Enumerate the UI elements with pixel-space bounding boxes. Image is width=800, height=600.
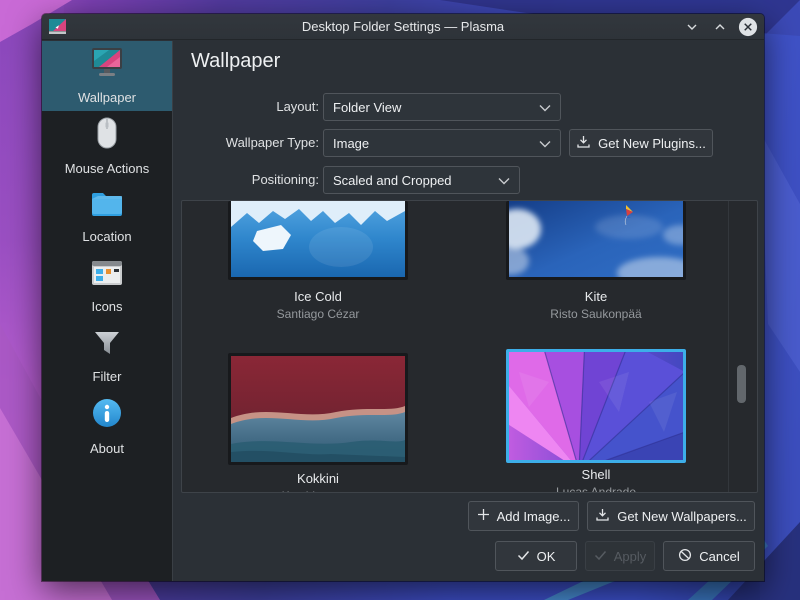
sidebar-item-label: About: [90, 441, 124, 456]
sidebar: Wallpaper Mouse Actions L: [42, 41, 172, 581]
close-button[interactable]: [738, 17, 758, 37]
sidebar-item-wallpaper[interactable]: Wallpaper: [42, 41, 172, 111]
wallpaper-card-kite[interactable]: Kite Risto Saukonpää: [506, 201, 686, 280]
sidebar-item-filter[interactable]: Filter: [42, 321, 172, 391]
wallpaper-title: Kokkini: [228, 471, 408, 486]
scrollbar-thumb[interactable]: [737, 365, 746, 403]
chevron-down-icon: [539, 136, 551, 151]
check-icon: [517, 549, 530, 564]
download-icon: [595, 508, 610, 525]
wallpaper-title: Shell: [506, 467, 686, 482]
minimize-button[interactable]: [682, 17, 702, 37]
page-title: Wallpaper: [191, 50, 280, 73]
get-new-wallpapers-label: Get New Wallpapers...: [617, 509, 747, 524]
wallpaper-author: Risto Saukonpää: [506, 307, 686, 321]
plus-icon: [477, 508, 490, 524]
maximize-button[interactable]: [710, 17, 730, 37]
wallpaper-card-ice-cold[interactable]: Ice Cold Santiago Cézar: [228, 201, 408, 280]
wallpaper-thumbnail: [228, 201, 408, 280]
positioning-value: Scaled and Cropped: [333, 173, 452, 188]
ok-label: OK: [537, 549, 556, 564]
download-icon: [576, 135, 591, 152]
wallpaper-title: Ice Cold: [228, 289, 408, 304]
apply-label: Apply: [614, 549, 647, 564]
wallpaper-author: Ken Vermette: [228, 489, 408, 493]
info-icon: [91, 397, 123, 434]
wallpaper-type-combobox[interactable]: Image: [323, 129, 561, 157]
add-image-label: Add Image...: [497, 509, 571, 524]
wallpaper-thumbnail: [506, 201, 686, 280]
sidebar-item-mouse-actions[interactable]: Mouse Actions: [42, 111, 172, 181]
scrollbar-track: [728, 201, 729, 492]
sidebar-item-label: Icons: [91, 299, 122, 314]
mouse-icon: [96, 117, 118, 154]
titlebar[interactable]: Desktop Folder Settings — Plasma: [42, 14, 764, 40]
wallpaper-author: Lucas Andrade: [506, 485, 686, 493]
ok-button[interactable]: OK: [495, 541, 577, 571]
positioning-label: Positioning:: [173, 166, 319, 194]
sidebar-item-about[interactable]: About: [42, 391, 172, 461]
icons-window-icon: [90, 259, 124, 292]
get-new-plugins-button[interactable]: Get New Plugins...: [569, 129, 713, 157]
sidebar-item-icons[interactable]: Icons: [42, 251, 172, 321]
sidebar-item-label: Wallpaper: [78, 90, 136, 105]
app-icon: [49, 19, 66, 36]
wallpaper-card-kokkini[interactable]: Kokkini Ken Vermette: [228, 353, 408, 465]
add-image-button[interactable]: Add Image...: [468, 501, 579, 531]
cancel-button[interactable]: Cancel: [663, 541, 755, 571]
wallpaper-card-shell[interactable]: Shell Lucas Andrade: [506, 349, 686, 463]
check-icon: [594, 549, 607, 564]
get-new-plugins-label: Get New Plugins...: [598, 136, 706, 151]
sidebar-item-label: Filter: [93, 369, 122, 384]
get-new-wallpapers-button[interactable]: Get New Wallpapers...: [587, 501, 755, 531]
wallpaper-type-value: Image: [333, 136, 369, 151]
window-title: Desktop Folder Settings — Plasma: [42, 19, 764, 34]
filter-funnel-icon: [92, 329, 122, 362]
layout-label: Layout:: [173, 93, 319, 121]
sidebar-item-label: Location: [82, 229, 131, 244]
chevron-down-icon: [539, 100, 551, 115]
wallpaper-settings-page: Wallpaper Layout: Folder View Wallpaper …: [172, 41, 764, 581]
apply-button[interactable]: Apply: [585, 541, 655, 571]
layout-combobox[interactable]: Folder View: [323, 93, 561, 121]
sidebar-item-label: Mouse Actions: [65, 161, 150, 176]
sidebar-item-location[interactable]: Location: [42, 181, 172, 251]
cancel-label: Cancel: [699, 549, 739, 564]
cancel-icon: [678, 548, 692, 565]
wallpaper-thumbnail: [228, 353, 408, 465]
wallpaper-type-label: Wallpaper Type:: [173, 129, 319, 157]
folder-icon: [90, 189, 124, 222]
desktop-folder-settings-window: Desktop Folder Settings — Plasma: [42, 14, 764, 581]
positioning-combobox[interactable]: Scaled and Cropped: [323, 166, 520, 194]
wallpaper-thumbnail: [506, 349, 686, 463]
wallpaper-author: Santiago Cézar: [228, 307, 408, 321]
layout-value: Folder View: [333, 100, 401, 115]
wallpaper-title: Kite: [506, 289, 686, 304]
wallpaper-grid: Ice Cold Santiago Cézar: [181, 200, 758, 493]
chevron-down-icon: [498, 173, 510, 188]
wallpaper-icon: [90, 47, 124, 83]
